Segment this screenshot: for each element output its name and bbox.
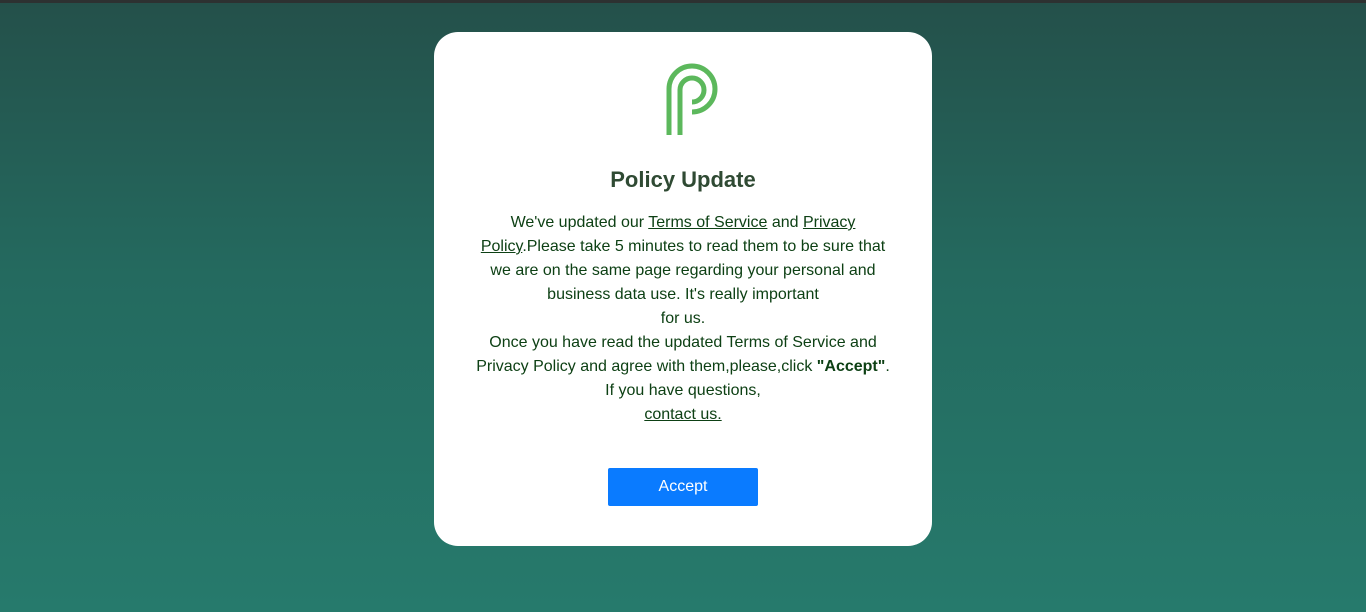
message-body: .Please take 5 minutes to read them to b… [490, 238, 886, 303]
contact-us-link[interactable]: contact us. [644, 406, 721, 423]
questions-text: If you have questions, [605, 382, 761, 399]
message-agree: Once you have read the updated Terms of … [472, 331, 894, 379]
policy-message: We've updated our Terms of Service and P… [472, 211, 894, 427]
policy-update-modal: Policy Update We've updated our Terms of… [434, 32, 932, 546]
message-for-us: for us. [660, 310, 706, 327]
terms-of-service-link[interactable]: Terms of Service [648, 214, 767, 231]
accept-button[interactable]: Accept [608, 468, 758, 506]
accept-emphasis: "Accept" [816, 358, 886, 375]
android-p-logo-icon [666, 63, 718, 135]
message-and: and [767, 214, 803, 231]
agree-period: . [885, 358, 890, 375]
message-intro: We've updated our [510, 214, 649, 231]
top-border [0, 0, 1366, 3]
modal-title: Policy Update [610, 167, 756, 192]
contact-line: contact us. [472, 403, 894, 427]
